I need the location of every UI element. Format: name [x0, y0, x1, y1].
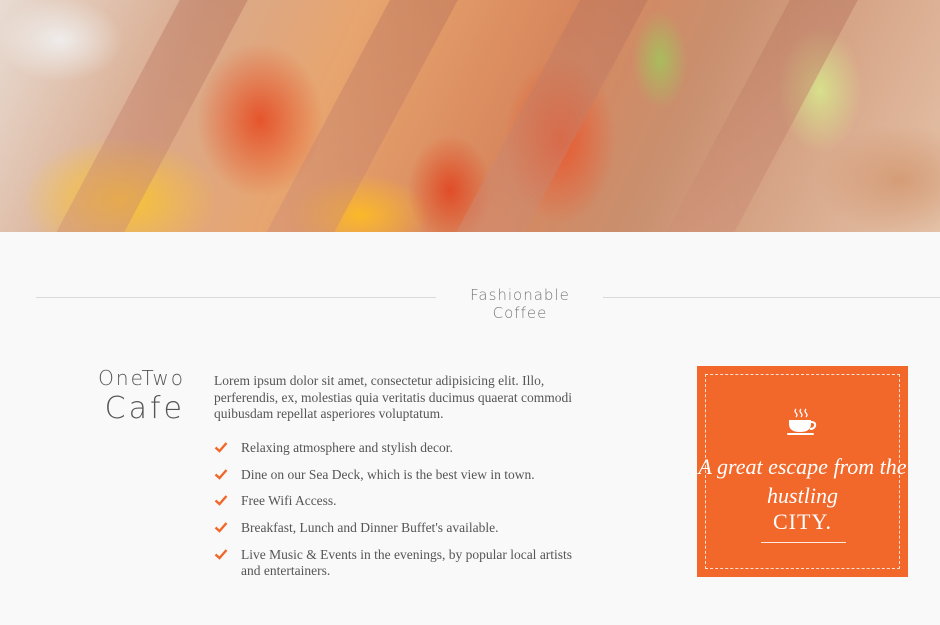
list-item: Live Music & Events in the evenings, by … — [214, 547, 574, 579]
list-item: Dine on our Sea Deck, which is the best … — [214, 467, 574, 483]
feature-text: Dine on our Sea Deck, which is the best … — [241, 467, 535, 482]
hero-image — [0, 0, 940, 232]
feature-text: Live Music & Events in the evenings, by … — [241, 547, 573, 578]
brand-line-2: Cafe — [104, 391, 185, 426]
intro-paragraph: Lorem ipsum dolor sit amet, consectetur … — [214, 373, 573, 421]
feature-text: Free Wifi Access. — [241, 493, 337, 508]
check-icon — [214, 495, 228, 506]
promo-tagline: A great escape from the hustling — [698, 454, 907, 508]
feature-text: Relaxing atmosphere and stylish decor. — [241, 440, 453, 455]
list-item: Breakfast, Lunch and Dinner Buffet's ava… — [214, 520, 574, 536]
list-item: Relaxing atmosphere and stylish decor. — [214, 440, 574, 456]
check-icon — [214, 469, 228, 480]
section-divider-right — [603, 297, 940, 298]
feature-text: Breakfast, Lunch and Dinner Buffet's ava… — [241, 520, 499, 535]
coffee-cup-icon — [787, 408, 817, 435]
brand-line-1: OneTwo — [98, 366, 185, 390]
section-title: Fashionable Coffee — [470, 286, 570, 322]
section-divider-left — [36, 297, 436, 298]
check-icon — [214, 549, 228, 560]
cafe-brand: OneTwo Cafe — [98, 364, 185, 426]
promo-underline — [761, 542, 846, 543]
promo-box: A great escape from the hustling CITY. — [697, 366, 908, 577]
check-icon — [214, 522, 228, 533]
check-icon — [214, 442, 228, 453]
promo-city: CITY. — [773, 509, 832, 534]
feature-list: Relaxing atmosphere and stylish decor. D… — [214, 440, 574, 579]
list-item: Free Wifi Access. — [214, 493, 574, 509]
